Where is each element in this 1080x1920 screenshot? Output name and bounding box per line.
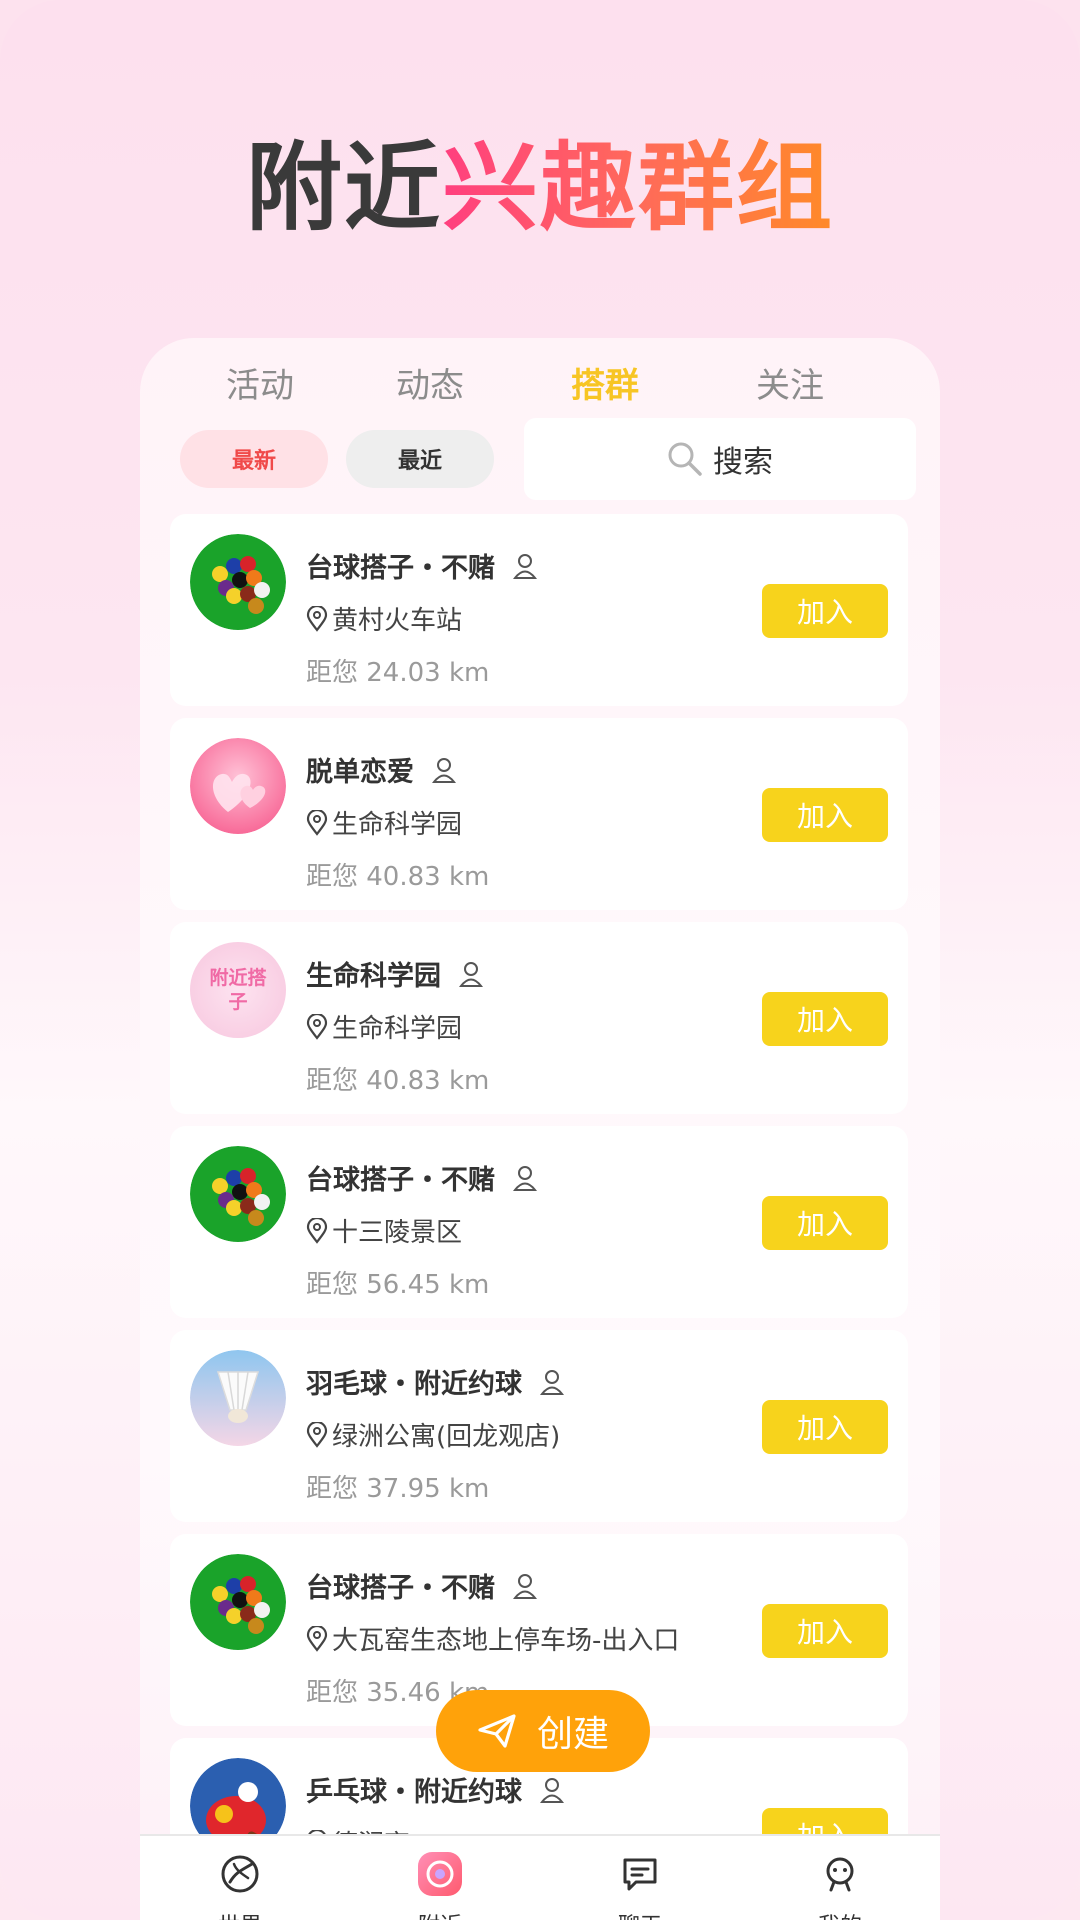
filter-newest-button[interactable]: 最新 [180,430,328,488]
nav-profile[interactable]: 我的 [780,1850,900,1920]
member-icon [540,1777,564,1803]
group-location: 生命科学园 [306,1008,462,1045]
hero-title: 附近兴趣群组 [0,110,1080,249]
tab-moments[interactable]: 动态 [350,358,510,407]
nav-world[interactable]: 世界 [180,1850,300,1920]
group-location-text: 生命科学园 [332,1014,463,1044]
group-name-text: 乒乓球・附近约球 [306,1777,522,1808]
location-pin-icon [306,1217,328,1244]
member-icon [513,553,537,579]
group-location: 十三陵景区 [306,1212,462,1249]
member-icon [432,757,456,783]
filter-recent-button[interactable]: 最近 [346,430,494,488]
location-pin-icon [306,1013,328,1040]
group-distance: 距您 56.45 km [306,1270,490,1300]
join-button[interactable]: 加入 [762,992,888,1046]
send-icon [478,1714,516,1748]
member-icon [513,1165,537,1191]
location-pin-icon [306,1421,328,1448]
nearby-badge-text: 附近搭子 [209,967,267,1013]
shuttlecock-avatar [190,1350,286,1446]
member-icon [513,1573,537,1599]
phone-screen: 活动 动态 搭群 关注 最新 最近 搜索 台球搭子・不赌 黄村火车站 距您 24… [140,338,940,1920]
group-location: 生命科学园 [306,804,462,841]
group-location-text: 绿洲公寓(回龙观店) [332,1422,561,1452]
search-icon [668,442,702,476]
location-pin-icon [306,1625,328,1652]
group-card[interactable]: 台球搭子・不赌 十三陵景区 距您 56.45 km 加入 [170,1126,908,1318]
group-distance: 距您 40.83 km [306,1066,490,1096]
group-location-text: 十三陵景区 [332,1218,463,1248]
planet-icon [221,1855,259,1893]
group-name: 台球搭子・不赌 [306,1566,537,1605]
group-card[interactable]: 台球搭子・不赌 黄村火车站 距您 24.03 km 加入 [170,514,908,706]
join-button[interactable]: 加入 [762,1400,888,1454]
member-icon [540,1369,564,1395]
chat-icon [623,1858,657,1891]
nearby-icon [418,1852,462,1896]
member-icon [459,961,483,987]
group-card[interactable]: 羽毛球・附近约球 绿洲公寓(回龙观店) 距您 37.95 km 加入 [170,1330,908,1522]
group-name-text: 羽毛球・附近约球 [306,1369,522,1400]
create-button[interactable]: 创建 [436,1690,650,1772]
hero-title-highlight: 兴趣群组 [442,132,834,244]
billiards-avatar [190,1146,286,1242]
nav-label: 聊天 [580,1908,700,1920]
search-button[interactable]: 搜索 [524,418,916,500]
nav-label: 我的 [780,1908,900,1920]
nav-nearby[interactable]: 附近 [380,1850,500,1920]
group-name-text: 脱单恋爱 [306,757,414,788]
group-distance: 距您 40.83 km [306,862,490,892]
join-button[interactable]: 加入 [762,788,888,842]
group-location: 黄村火车站 [306,600,462,637]
join-button[interactable]: 加入 [762,584,888,638]
group-name-text: 台球搭子・不赌 [306,1165,495,1196]
tab-activity[interactable]: 活动 [180,358,340,407]
tab-groups[interactable]: 搭群 [525,358,685,407]
search-label: 搜索 [713,445,773,480]
group-name-text: 台球搭子・不赌 [306,1573,495,1604]
bottom-nav: 世界 附近 聊天 [140,1834,940,1920]
tab-bar: 活动 动态 搭群 关注 [140,358,940,418]
nav-chat[interactable]: 聊天 [580,1850,700,1920]
location-pin-icon [306,605,328,632]
group-name-text: 生命科学园 [306,961,441,992]
group-location-text: 大瓦窑生态地上停车场-出入口 [332,1626,680,1656]
group-name: 台球搭子・不赌 [306,1158,537,1197]
group-name: 乒乓球・附近约球 [306,1770,564,1809]
group-card[interactable]: 脱单恋爱 生命科学园 距您 40.83 km 加入 [170,718,908,910]
group-name: 台球搭子・不赌 [306,546,537,585]
tab-following[interactable]: 关注 [710,358,870,407]
group-name: 生命科学园 [306,954,483,993]
group-name-text: 台球搭子・不赌 [306,553,495,584]
hero-title-dark: 附近 [246,132,442,244]
group-location-text: 黄村火车站 [332,606,463,636]
billiards-avatar [190,1554,286,1650]
group-distance: 距您 24.03 km [306,658,490,688]
create-label: 创建 [536,1714,609,1755]
nav-label: 附近 [380,1908,500,1920]
group-card[interactable]: 附近搭子 生命科学园 生命科学园 距您 40.83 km 加入 [170,922,908,1114]
group-location-text: 生命科学园 [332,810,463,840]
billiards-avatar [190,534,286,630]
join-button[interactable]: 加入 [762,1196,888,1250]
location-pin-icon [306,809,328,836]
hearts-avatar [190,738,286,834]
group-name: 脱单恋爱 [306,750,456,789]
profile-icon [826,1857,854,1892]
group-distance: 距您 37.95 km [306,1474,490,1504]
join-button[interactable]: 加入 [762,1604,888,1658]
group-name: 羽毛球・附近约球 [306,1362,564,1401]
group-location: 大瓦窑生态地上停车场-出入口 [306,1620,679,1657]
group-location: 绿洲公寓(回龙观店) [306,1416,560,1453]
nav-label: 世界 [180,1908,300,1920]
nearby-badge-avatar: 附近搭子 [190,942,286,1038]
